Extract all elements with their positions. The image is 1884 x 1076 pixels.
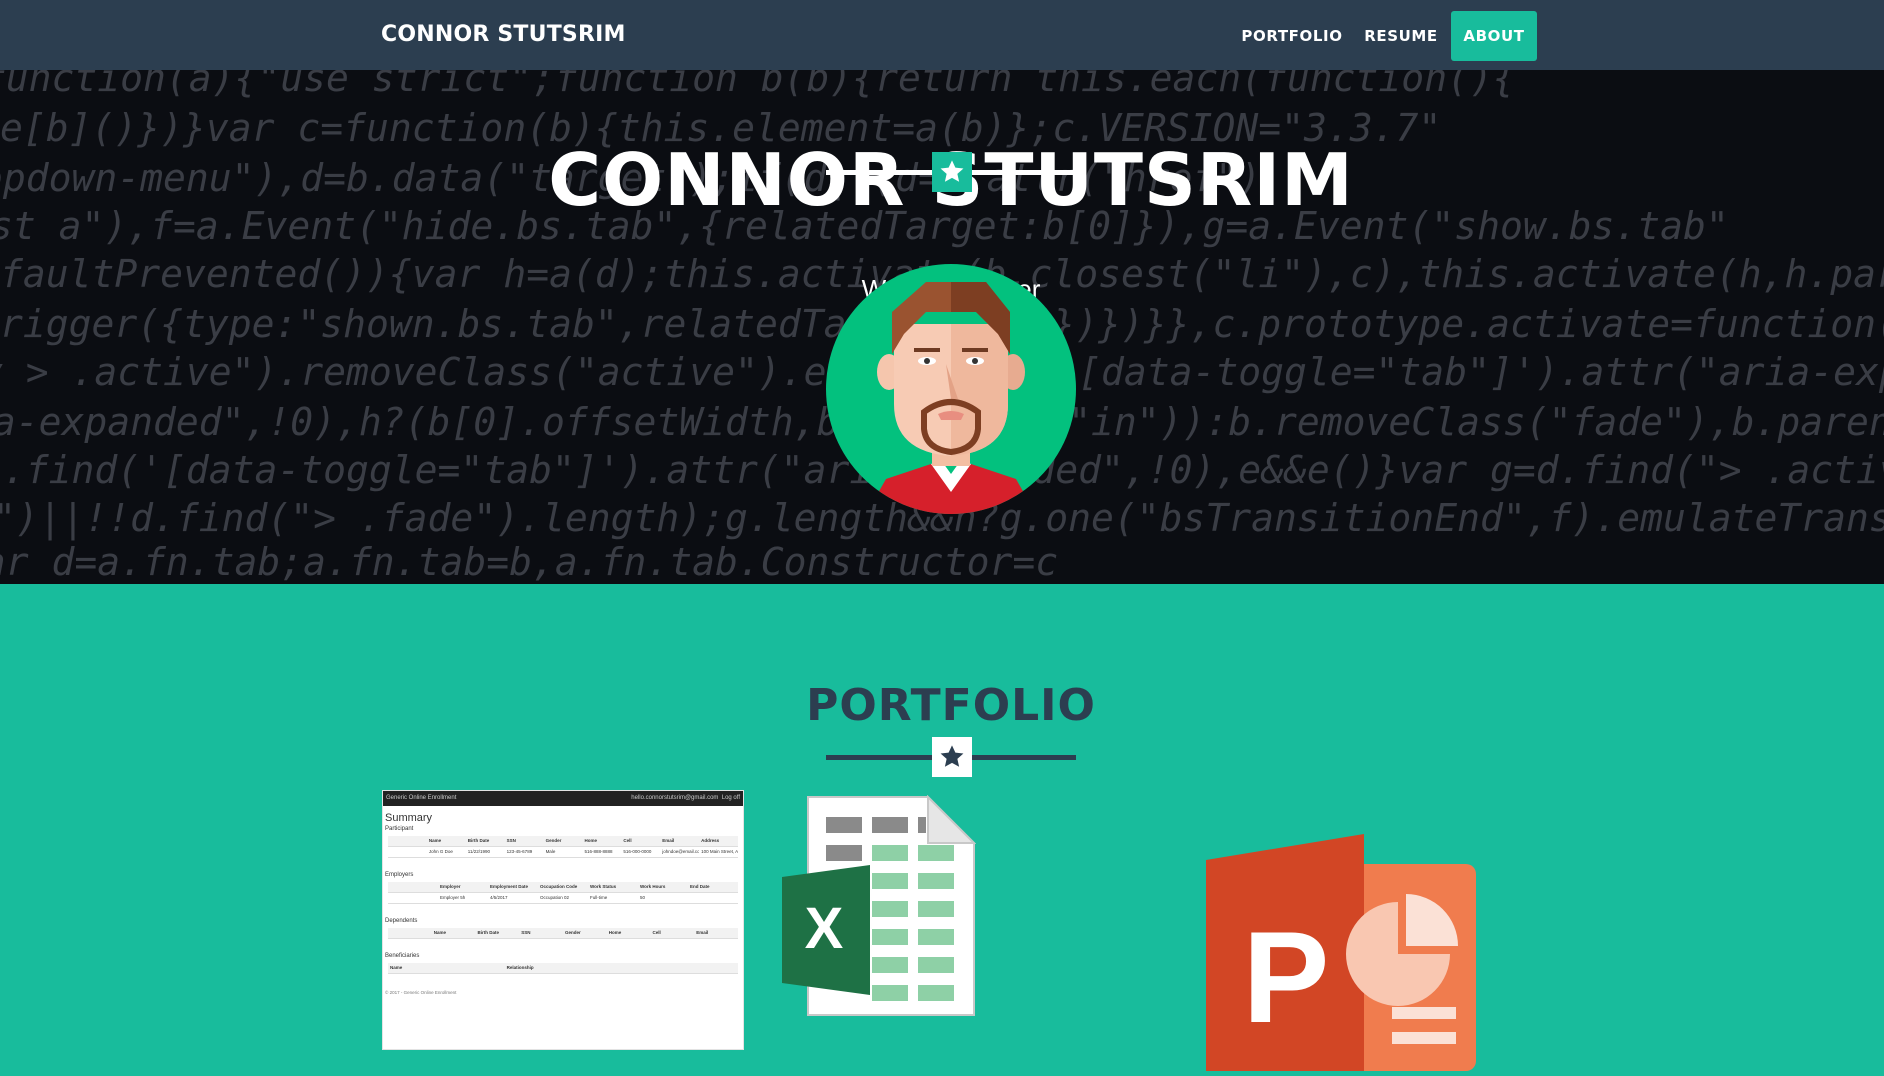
table-cell: 123-45-6789 (506, 849, 533, 854)
table-cell: Work Hours (640, 884, 666, 889)
enroll-logout: Log off (721, 795, 740, 801)
enroll-user: hello.connorstutsrim@gmail.com (631, 795, 719, 801)
table-cell: Name (390, 965, 403, 970)
table-cell (688, 893, 738, 903)
table-cell: Cell (623, 838, 632, 843)
table-header-row: Name Birth Date SSN Gender Home Cell Email (388, 928, 738, 939)
enroll-footer: © 2017 - Generic Online Enrollment (385, 990, 457, 995)
table-cell: Birth Date (467, 838, 490, 843)
portfolio-item-enrollment[interactable]: Generic Online Enrollment hello.connorst… (382, 790, 744, 1050)
nav-resume[interactable]: RESUME (1357, 11, 1445, 61)
star-icon (932, 737, 972, 777)
enroll-participant-label: Participant (385, 826, 414, 832)
table-header-row: Name Relationship (388, 963, 738, 974)
powerpoint-icon: P (1206, 834, 1476, 1071)
table-cell: 50 (640, 895, 646, 900)
table-cell: SSN (521, 930, 531, 935)
table-cell: Email (662, 838, 675, 843)
table-cell: Name (433, 930, 447, 935)
table-cell: Gender (565, 930, 581, 935)
table-cell: John G Doe (428, 849, 453, 854)
enroll-navbar: Generic Online Enrollment hello.connorst… (383, 791, 743, 806)
table-cell: 100 Main Street, Albany, New York, 12209 (701, 849, 739, 854)
table-cell: Employer 5h (440, 895, 466, 900)
star-icon (932, 152, 972, 192)
code-line: ,function(a){"use strict";function b(b){… (0, 70, 1516, 100)
avatar (826, 264, 1076, 514)
table-cell (388, 928, 432, 938)
table-cell: 4/5/2017 (490, 895, 508, 900)
table-cell: End Date (690, 884, 710, 889)
table-cell: 516-000-0000 (623, 849, 652, 854)
table-header-row: Employer Employment Date Occupation Code Wo… (388, 882, 738, 893)
table-cell: SSN (506, 838, 516, 843)
portfolio-title: PORTFOLIO (806, 680, 1096, 731)
table-cell: Birth Date (477, 930, 500, 935)
table-cell: 516-888-8888 (584, 849, 613, 854)
brand-link[interactable]: CONNOR STUTSRIM (381, 22, 626, 47)
table-cell: Home (584, 838, 597, 843)
nav-portfolio[interactable]: PORTFOLIO (1236, 11, 1348, 61)
excel-icon: X (782, 794, 977, 1016)
table-cell: Gender (545, 838, 562, 843)
table-cell (388, 836, 427, 846)
table-cell: Full-time (590, 895, 608, 900)
enroll-app-name: Generic Online Enrollment (386, 795, 457, 801)
enroll-dependents-table: Name Birth Date SSN Gender Home Cell Email (388, 928, 738, 939)
enroll-beneficiaries-label: Beneficiaries (385, 953, 420, 959)
portfolio-item-excel[interactable]: X (780, 794, 977, 1017)
powerpoint-letter: P (1243, 904, 1330, 1050)
table-cell: Home (608, 930, 622, 935)
enroll-dependents-label: Dependents (385, 918, 418, 924)
navbar: CONNOR STUTSRIM PORTFOLIO RESUME ABOUT (0, 0, 1884, 70)
table-cell (388, 882, 438, 892)
table-cell: Relationship (506, 965, 534, 970)
excel-letter: X (805, 896, 844, 961)
enroll-heading: Summary (385, 812, 433, 824)
table-cell (621, 963, 738, 973)
code-line: var d=a.fn.tab;a.fn.tab=b,a.fn.tab.Const… (0, 540, 1059, 584)
table-cell: Work Status (590, 884, 617, 889)
header-section: ,function(a){"use strict";function b(b){… (0, 70, 1884, 584)
table-cell: Address (701, 838, 720, 843)
enroll-participant-table: Name Birth Date SSN Gender Home Cell Email Addr… (388, 836, 738, 858)
table-row: Employer 5h 4/5/2017 Occupation 02 Full-tim… (388, 893, 738, 904)
table-cell (388, 847, 427, 857)
table-header-row: Name Birth Date SSN Gender Home Cell Email Addr… (388, 836, 738, 847)
table-cell: Name (428, 838, 442, 843)
table-cell: Occupation Code (540, 884, 578, 889)
table-cell: Employer (440, 884, 461, 889)
table-cell: Email (696, 930, 709, 935)
table-cell: Male (545, 849, 556, 854)
table-row: John G Doe 11/22/1990 123-45-6789 Male 516-8… (388, 847, 738, 858)
table-cell: Occupation 02 (540, 895, 570, 900)
enroll-employers-label: Employers (385, 872, 414, 878)
enroll-beneficiaries-table: Name Relationship (388, 963, 738, 974)
table-cell: johndoe@email.com (662, 849, 699, 854)
nav-about[interactable]: ABOUT (1451, 11, 1537, 61)
table-cell: 11/22/1990 (467, 849, 490, 854)
table-cell (388, 893, 438, 903)
table-cell: Cell (652, 930, 661, 935)
portfolio-item-powerpoint[interactable]: P (1206, 832, 1478, 1071)
enroll-employers-table: Employer Employment Date Occupation Code Wo… (388, 882, 738, 904)
table-cell: Employment Date (490, 884, 529, 889)
